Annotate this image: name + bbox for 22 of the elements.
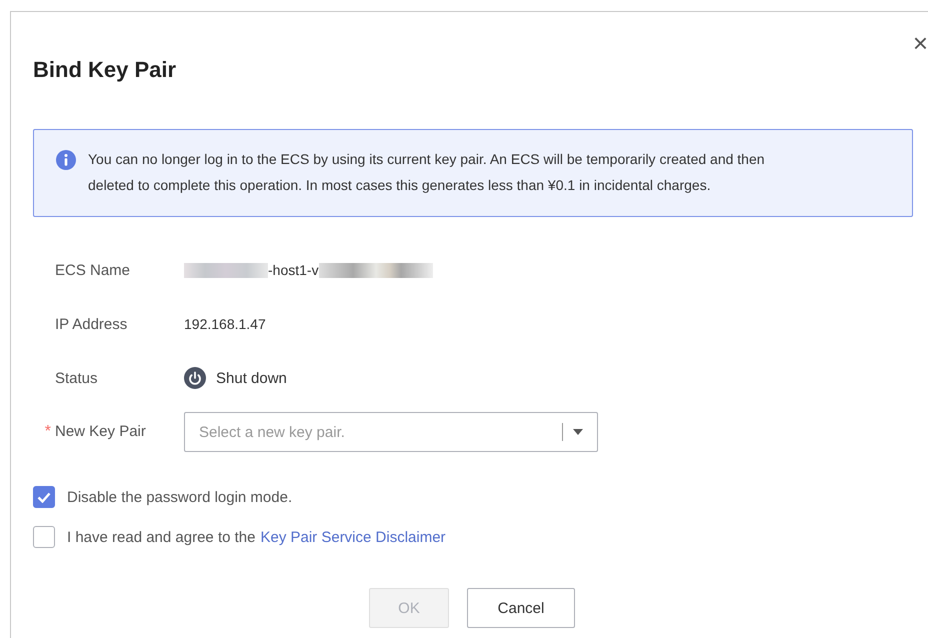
required-mark: * [44, 423, 51, 441]
checkbox-label: Disable the password login mode. [67, 488, 292, 506]
status-text: Shut down [216, 370, 287, 386]
alert-message: You can no longer log in to the ECS by using its current key pair. An ECS will be temporarily created and then deleted to complete this operation. In most cases this generates less than ¥0.1 in incidental charges. [88, 150, 766, 195]
checkbox-label: I have read and agree to the [67, 528, 256, 546]
checkbox[interactable] [33, 526, 55, 548]
field-value: 192.168.1.47 [184, 316, 266, 332]
field-label: New Key Pair [55, 423, 147, 441]
key-pair-select[interactable]: Select a new key pair. [184, 412, 598, 452]
field-label: Status [55, 370, 99, 386]
caret-icon [573, 429, 583, 435]
power-icon [184, 367, 206, 389]
close-button[interactable]: × [912, 30, 928, 56]
checkbox[interactable] [33, 486, 55, 508]
field-label: ECS Name [55, 262, 132, 278]
check-icon [37, 492, 51, 502]
disclaimer-link[interactable]: Key Pair Service Disclaimer [260, 528, 446, 546]
field-value: -host1-v [268, 262, 319, 278]
cancel-button[interactable]: Cancel [467, 588, 575, 628]
dialog-title: Bind Key Pair [33, 57, 178, 83]
info-icon [56, 150, 76, 170]
field-label: IP Address [55, 316, 128, 332]
